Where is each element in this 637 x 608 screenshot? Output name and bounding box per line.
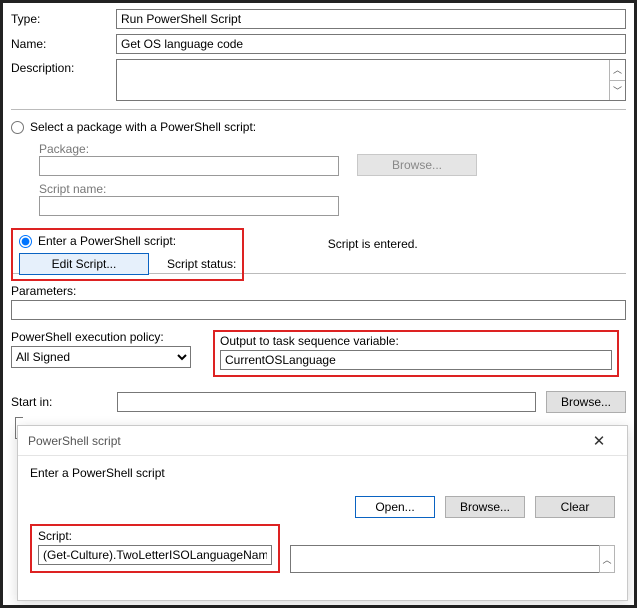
description-field[interactable] (117, 60, 609, 100)
script-status-label: Script status: (167, 257, 236, 271)
output-variable-label: Output to task sequence variable: (220, 334, 612, 348)
open-button[interactable]: Open... (355, 496, 435, 518)
parameters-label: Parameters: (11, 284, 626, 298)
dialog-browse-button[interactable]: Browse... (445, 496, 525, 518)
name-label: Name: (11, 37, 116, 51)
dialog-prompt: Enter a PowerShell script (30, 466, 615, 480)
execution-policy-select[interactable]: All Signed (11, 346, 191, 368)
start-in-label: Start in: (11, 395, 107, 409)
script-content-field[interactable] (38, 545, 272, 565)
scroll-up-icon[interactable]: ︿ (600, 546, 614, 572)
enter-script-label: Enter a PowerShell script: (38, 234, 176, 248)
script-status-value: Script is entered. (328, 237, 418, 251)
close-icon[interactable]: ✕ (579, 428, 619, 454)
dialog-title: PowerShell script (28, 434, 121, 448)
script-name-label: Script name: (39, 182, 626, 196)
script-area-extension[interactable] (290, 545, 599, 573)
package-browse-button: Browse... (357, 154, 477, 176)
type-field (116, 9, 626, 29)
output-variable-field[interactable] (220, 350, 612, 370)
powershell-script-dialog: PowerShell script ✕ Enter a PowerShell s… (17, 425, 628, 601)
script-label: Script: (38, 529, 272, 543)
enter-script-radio[interactable] (19, 235, 32, 248)
script-name-field (39, 196, 339, 216)
edit-script-button[interactable]: Edit Script... (19, 253, 149, 275)
parameters-field[interactable] (11, 300, 626, 320)
type-label: Type: (11, 12, 116, 26)
name-field[interactable] (116, 34, 626, 54)
package-label: Package: (39, 142, 339, 156)
chevron-down-icon[interactable]: ﹀ (610, 80, 625, 101)
select-package-label: Select a package with a PowerShell scrip… (30, 120, 256, 134)
execution-policy-label: PowerShell execution policy: (11, 330, 191, 344)
description-label: Description: (11, 59, 116, 75)
start-in-browse-button[interactable]: Browse... (546, 391, 626, 413)
clear-button[interactable]: Clear (535, 496, 615, 518)
select-package-radio[interactable] (11, 121, 24, 134)
chevron-up-icon[interactable]: ︿ (610, 60, 625, 80)
start-in-field[interactable] (117, 392, 536, 412)
package-field (39, 156, 339, 176)
